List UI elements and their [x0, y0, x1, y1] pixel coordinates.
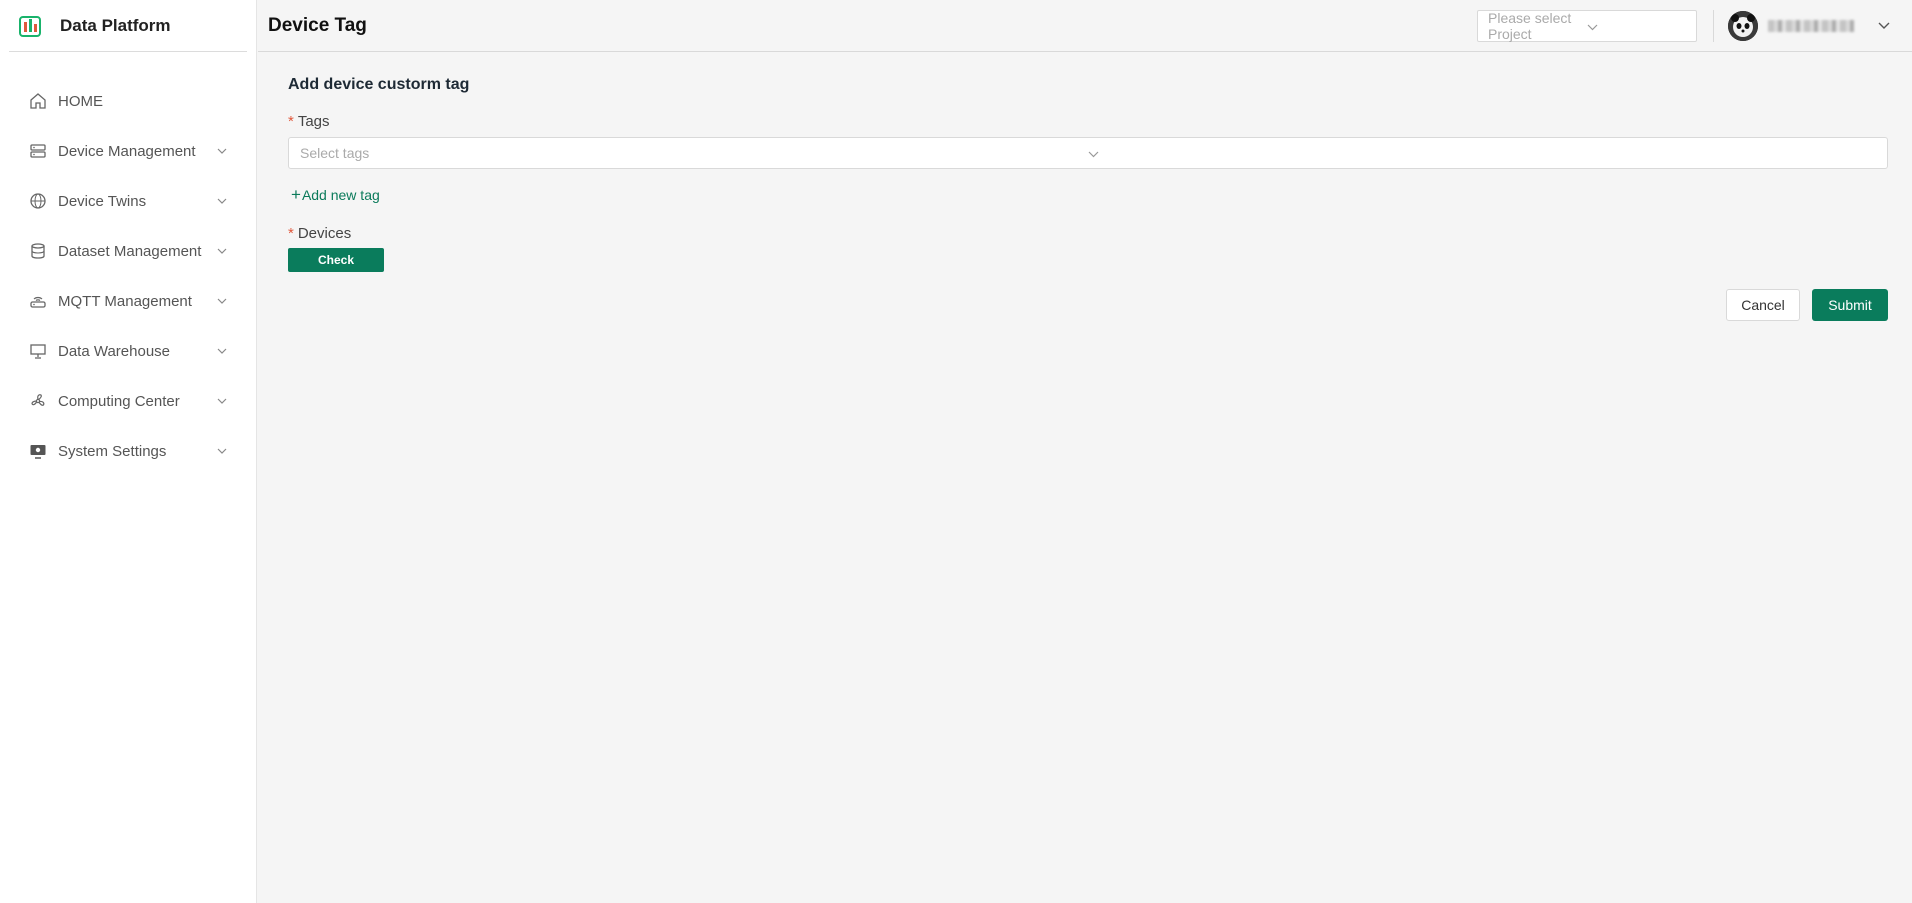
sidebar-item-label: Dataset Management	[58, 242, 202, 260]
sidebar-item-device-twins[interactable]: Device Twins	[0, 176, 256, 226]
form-actions: Cancel Submit	[288, 289, 1888, 321]
chevron-down-icon	[216, 395, 228, 407]
required-mark: *	[288, 113, 294, 130]
required-mark: *	[288, 225, 294, 242]
server-icon	[28, 141, 48, 161]
chevron-down-icon	[216, 145, 228, 157]
project-select[interactable]: Please select Project	[1477, 9, 1697, 42]
submit-button[interactable]: Submit	[1812, 289, 1888, 321]
project-select-placeholder: Please select Project	[1488, 9, 1572, 42]
chevron-down-icon	[216, 295, 228, 307]
sidebar-item-label: HOME	[58, 92, 103, 110]
router-icon	[28, 291, 48, 311]
chevron-down-icon[interactable]	[1876, 18, 1892, 34]
sidebar-item-label: Data Warehouse	[58, 342, 171, 360]
tags-select[interactable]: Select tags	[288, 137, 1888, 169]
chevron-down-icon	[216, 445, 228, 457]
top-header: Device Tag Please select Project	[258, 0, 1912, 52]
plus-icon: +	[291, 185, 301, 204]
fan-icon	[28, 391, 48, 411]
avatar[interactable]	[1728, 10, 1758, 41]
form-title: Add device custorm tag	[288, 76, 470, 93]
chevron-down-icon	[1088, 145, 1876, 161]
sidebar-item-label: Device Twins	[58, 192, 147, 210]
sidebar: Data Platform HOME Device Management Dev…	[0, 0, 257, 903]
globe-icon	[28, 191, 48, 211]
sidebar-item-label: Device Management	[58, 142, 196, 160]
sidebar-item-label: MQTT Management	[58, 292, 192, 310]
sidebar-nav: HOME Device Management Device Twins Data…	[0, 76, 256, 476]
page-title: Device Tag	[268, 14, 367, 36]
sidebar-item-dataset-management[interactable]: Dataset Management	[0, 226, 256, 276]
sidebar-item-device-management[interactable]: Device Management	[0, 126, 256, 176]
sidebar-item-mqtt-management[interactable]: MQTT Management	[0, 276, 256, 326]
app-logo-icon	[19, 14, 43, 38]
chevron-down-icon	[216, 195, 228, 207]
app-title: Data Platform	[60, 15, 171, 35]
sidebar-item-label: Computing Center	[58, 392, 180, 410]
add-new-tag-link[interactable]: + Add new tag	[288, 186, 380, 203]
presentation-board-icon	[28, 341, 48, 361]
chevron-down-icon	[216, 245, 228, 257]
header-divider	[1713, 9, 1714, 42]
brand: Data Platform	[9, 0, 247, 52]
chevron-down-icon	[1587, 18, 1686, 34]
sidebar-item-system-settings[interactable]: System Settings	[0, 426, 256, 476]
sidebar-item-label: System Settings	[58, 442, 167, 460]
cancel-button[interactable]: Cancel	[1726, 289, 1800, 321]
main-content: Add device custorm tag * Tags Select tags…	[288, 52, 1888, 321]
sidebar-item-data-warehouse[interactable]: Data Warehouse	[0, 326, 256, 376]
tags-label-text: Tags	[297, 113, 330, 130]
home-icon	[28, 91, 48, 111]
add-new-tag-label: Add new tag	[301, 186, 380, 203]
sidebar-item-home[interactable]: HOME	[0, 76, 256, 126]
devices-label: * Devices	[288, 225, 1888, 242]
check-devices-button[interactable]: Check	[288, 248, 384, 272]
devices-label-text: Devices	[297, 225, 352, 242]
database-icon	[28, 241, 48, 261]
sidebar-item-computing-center[interactable]: Computing Center	[0, 376, 256, 426]
monitor-settings-icon	[28, 441, 48, 461]
chevron-down-icon	[216, 345, 228, 357]
username-redacted	[1768, 19, 1854, 32]
tags-select-placeholder: Select tags	[300, 145, 370, 161]
tags-label: * Tags	[288, 113, 1888, 130]
